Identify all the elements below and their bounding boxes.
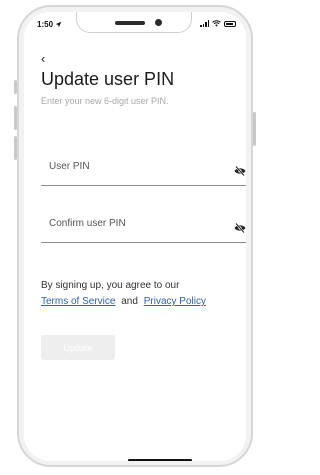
volume-down-button [14,136,17,160]
update-button[interactable]: Update [41,335,115,360]
volume-up-button [14,106,17,130]
terms-prefix: By signing up, you agree to our [41,280,180,291]
terms-and: and [121,296,138,307]
eye-slash-icon[interactable] [234,223,246,233]
eye-slash-icon[interactable] [234,166,246,176]
terms-of-service-link[interactable]: Terms of Service [41,296,115,307]
status-bar: 1:50 [24,12,246,36]
status-icons [200,20,236,27]
notch [76,12,192,33]
page-subtitle: Enter your new 6-digit user PIN. [41,96,169,106]
wifi-icon [212,20,221,27]
terms-links-line: Terms of Service and Privacy Policy [41,294,246,310]
speaker-grille [115,21,145,25]
power-button [253,112,256,146]
user-pin-field [41,155,246,186]
front-camera [155,19,162,26]
confirm-pin-input[interactable] [49,218,219,229]
privacy-policy-link[interactable]: Privacy Policy [144,296,206,307]
page-title: Update user PIN [41,69,175,89]
silent-switch [14,80,17,94]
phone-screen: 1:50 ‹ Update user PIN Enter your new 6-… [24,12,246,461]
battery-icon [224,20,236,27]
status-time: 1:50 [37,20,54,29]
back-button[interactable]: ‹ [41,52,45,65]
signal-icon [200,20,209,27]
confirm-pin-field [41,212,246,243]
home-indicator [128,459,192,461]
status-time-group: 1:50 [37,20,62,29]
location-arrow-icon [55,21,62,28]
terms-notice: By signing up, you agree to our Terms of… [41,278,246,310]
user-pin-input[interactable] [49,161,219,172]
